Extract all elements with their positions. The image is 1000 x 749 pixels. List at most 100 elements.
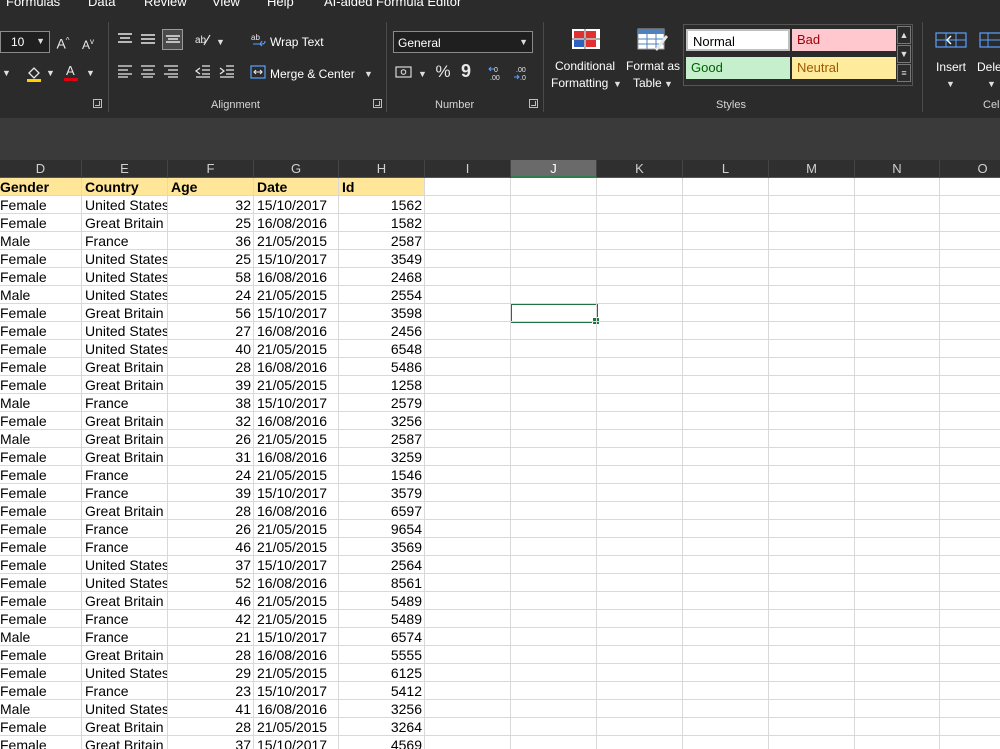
column-header-n[interactable]: N: [855, 160, 940, 178]
table-cell[interactable]: Female: [0, 736, 82, 749]
column-header-j[interactable]: J: [511, 160, 597, 178]
align-middle-icon[interactable]: [139, 32, 157, 50]
gallery-scroll-up-icon[interactable]: ▲: [897, 26, 911, 44]
table-cell[interactable]: Female: [0, 358, 82, 376]
table-cell[interactable]: 52: [168, 574, 254, 592]
table-cell[interactable]: 24: [168, 466, 254, 484]
table-cell[interactable]: Female: [0, 520, 82, 538]
style-bad[interactable]: Bad: [792, 29, 896, 51]
table-cell[interactable]: 15/10/2017: [254, 250, 339, 268]
table-cell[interactable]: 16/08/2016: [254, 214, 339, 232]
tab-data[interactable]: Data: [88, 0, 115, 9]
table-cell[interactable]: Male: [0, 628, 82, 646]
column-title-cell[interactable]: Date: [254, 178, 339, 196]
chevron-down-icon[interactable]: ▼: [46, 68, 55, 78]
table-cell[interactable]: 21/05/2015: [254, 538, 339, 556]
column-header-k[interactable]: K: [597, 160, 683, 178]
table-cell[interactable]: 56: [168, 304, 254, 322]
table-cell[interactable]: 21/05/2015: [254, 340, 339, 358]
tab-review[interactable]: Review: [144, 0, 187, 9]
font-shrink-icon[interactable]: Av: [80, 34, 96, 53]
table-cell[interactable]: Female: [0, 682, 82, 700]
table-cell[interactable]: 3264: [339, 718, 425, 736]
table-cell[interactable]: 3256: [339, 412, 425, 430]
table-cell[interactable]: 15/10/2017: [254, 484, 339, 502]
align-right-icon[interactable]: [162, 64, 180, 82]
column-title-cell[interactable]: Country: [82, 178, 168, 196]
column-title-cell[interactable]: Age: [168, 178, 254, 196]
table-cell[interactable]: 2456: [339, 322, 425, 340]
table-cell[interactable]: Great Britain: [82, 502, 168, 520]
align-bottom-icon[interactable]: [162, 29, 183, 50]
chevron-down-icon[interactable]: ▼: [216, 37, 225, 47]
column-header-f[interactable]: F: [168, 160, 254, 178]
table-cell[interactable]: 21: [168, 628, 254, 646]
table-cell[interactable]: 21/05/2015: [254, 376, 339, 394]
table-cell[interactable]: Female: [0, 214, 82, 232]
table-cell[interactable]: 39: [168, 484, 254, 502]
column-header-g[interactable]: G: [254, 160, 339, 178]
table-cell[interactable]: 3259: [339, 448, 425, 466]
table-cell[interactable]: 1582: [339, 214, 425, 232]
table-cell[interactable]: Female: [0, 196, 82, 214]
table-cell[interactable]: France: [82, 610, 168, 628]
table-cell[interactable]: 15/10/2017: [254, 394, 339, 412]
table-cell[interactable]: Male: [0, 700, 82, 718]
table-cell[interactable]: Female: [0, 538, 82, 556]
wrap-text-button[interactable]: Wrap Text: [270, 35, 324, 49]
table-cell[interactable]: 3598: [339, 304, 425, 322]
table-cell[interactable]: Female: [0, 502, 82, 520]
table-cell[interactable]: 15/10/2017: [254, 682, 339, 700]
table-cell[interactable]: 24: [168, 286, 254, 304]
font-size-select[interactable]: 10 ▼: [0, 31, 50, 53]
table-cell[interactable]: Female: [0, 412, 82, 430]
table-cell[interactable]: Female: [0, 376, 82, 394]
table-cell[interactable]: 16/08/2016: [254, 322, 339, 340]
comma-style-icon[interactable]: 9: [458, 62, 474, 80]
table-cell[interactable]: United States: [82, 250, 168, 268]
chevron-down-icon[interactable]: ▼: [86, 68, 95, 78]
cell-area[interactable]: Gender Country Age Date Id Female United State…: [0, 178, 1000, 749]
alignment-dialog-launcher-icon[interactable]: [373, 99, 382, 108]
table-cell[interactable]: 37: [168, 556, 254, 574]
table-cell[interactable]: 6125: [339, 664, 425, 682]
tab-view[interactable]: View: [212, 0, 240, 9]
table-cell[interactable]: 9654: [339, 520, 425, 538]
table-cell[interactable]: 39: [168, 376, 254, 394]
column-header-l[interactable]: L: [683, 160, 769, 178]
table-cell[interactable]: 6574: [339, 628, 425, 646]
table-cell[interactable]: United States: [82, 286, 168, 304]
table-cell[interactable]: 23: [168, 682, 254, 700]
table-cell[interactable]: 15/10/2017: [254, 736, 339, 749]
table-cell[interactable]: 6597: [339, 502, 425, 520]
percent-style-icon[interactable]: %: [434, 63, 452, 80]
table-cell[interactable]: 21/05/2015: [254, 664, 339, 682]
align-top-icon[interactable]: [116, 32, 134, 50]
table-cell[interactable]: 46: [168, 592, 254, 610]
number-dialog-launcher-icon[interactable]: [529, 99, 538, 108]
table-cell[interactable]: 42: [168, 610, 254, 628]
table-cell[interactable]: 27: [168, 322, 254, 340]
table-cell[interactable]: 40: [168, 340, 254, 358]
table-cell[interactable]: United States: [82, 340, 168, 358]
chevron-down-icon[interactable]: ▼: [987, 79, 996, 89]
table-cell[interactable]: 6548: [339, 340, 425, 358]
conditional-formatting-button[interactable]: Conditional: [555, 59, 615, 73]
table-cell[interactable]: 1562: [339, 196, 425, 214]
table-cell[interactable]: Great Britain: [82, 646, 168, 664]
table-cell[interactable]: 5489: [339, 610, 425, 628]
column-header-i[interactable]: I: [425, 160, 511, 178]
format-as-table-button[interactable]: Format as: [626, 59, 680, 73]
merge-center-button[interactable]: Merge & Center: [270, 67, 355, 81]
table-cell[interactable]: 28: [168, 502, 254, 520]
table-cell[interactable]: Female: [0, 646, 82, 664]
table-cell[interactable]: Female: [0, 664, 82, 682]
table-cell[interactable]: 15/10/2017: [254, 196, 339, 214]
delete-button[interactable]: Dele: [977, 60, 1000, 74]
tab-ai-formula-editor[interactable]: AI-aided Formula Editor: [324, 0, 461, 9]
chevron-down-icon[interactable]: ▼: [613, 79, 622, 89]
table-cell[interactable]: 5555: [339, 646, 425, 664]
table-cell[interactable]: 25: [168, 250, 254, 268]
table-cell[interactable]: 3549: [339, 250, 425, 268]
table-cell[interactable]: France: [82, 520, 168, 538]
